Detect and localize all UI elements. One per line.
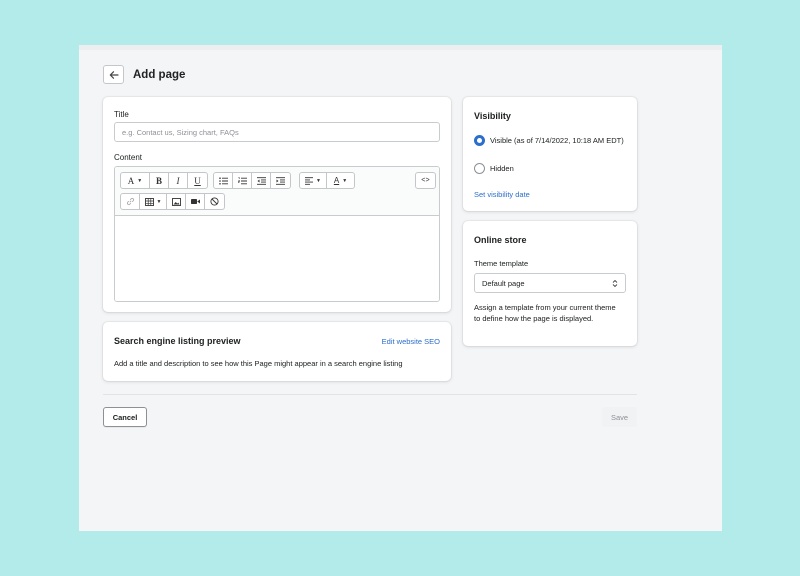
toolbar-group-insert: ▼	[120, 193, 225, 210]
cancel-button[interactable]: Cancel	[103, 407, 147, 427]
italic-icon: I	[176, 175, 180, 186]
seo-preview-card: Search engine listing preview Edit websi…	[103, 322, 451, 381]
align-left-icon	[305, 176, 314, 185]
table-icon	[144, 197, 154, 206]
radio-visible[interactable]	[474, 135, 485, 146]
chevron-down-icon: ▼	[156, 198, 162, 205]
content-label: Content	[114, 153, 143, 162]
seo-description: Add a title and description to see how t…	[114, 359, 403, 368]
bulleted-list-button[interactable]	[214, 173, 233, 188]
title-input[interactable]: e.g. Contact us, Sizing chart, FAQs	[114, 122, 440, 142]
underline-button[interactable]: U	[188, 173, 207, 188]
indent-icon	[276, 176, 285, 185]
align-button[interactable]: ▼	[300, 173, 327, 188]
online-store-card: Online store Theme template Default page…	[463, 221, 637, 346]
bold-button[interactable]: B	[150, 173, 169, 188]
font-format-button[interactable]: A ▼	[121, 173, 150, 188]
link-icon	[126, 197, 134, 206]
clear-formatting-icon	[210, 197, 219, 206]
chevron-down-icon: ▼	[342, 177, 348, 184]
indent-button[interactable]	[271, 173, 290, 188]
outdent-button[interactable]	[252, 173, 271, 188]
insert-video-button[interactable]	[186, 194, 205, 209]
numbered-list-button[interactable]	[233, 173, 252, 188]
code-icon: <>	[421, 176, 430, 185]
visibility-option-hidden[interactable]: Hidden	[474, 163, 514, 174]
page-header: Add page	[103, 65, 185, 84]
underline-icon: U	[194, 175, 201, 186]
text-color-icon: A	[333, 176, 340, 185]
page-content-card: Title e.g. Contact us, Sizing chart, FAQ…	[103, 97, 451, 312]
arrow-left-icon	[109, 70, 119, 79]
clear-formatting-button[interactable]	[205, 194, 224, 209]
toolbar-group-text-style: A ▼ B I U	[120, 172, 208, 189]
radio-hidden-label: Hidden	[490, 164, 514, 173]
toolbar-group-lists	[213, 172, 291, 189]
theme-template-select[interactable]: Default page	[474, 273, 626, 293]
editor-toolbar: A ▼ B I U ▼ A ▼ <> ▼	[115, 167, 439, 216]
template-help-text: Assign a template from your current them…	[474, 303, 616, 323]
select-arrows-icon	[612, 279, 618, 287]
numbered-list-icon	[237, 177, 247, 184]
toolbar-group-align: ▼ A ▼	[299, 172, 355, 189]
rich-text-editor: A ▼ B I U ▼ A ▼ <> ▼	[114, 166, 440, 302]
save-button[interactable]: Save	[602, 407, 637, 427]
show-html-button[interactable]: <>	[416, 173, 435, 188]
title-label: Title	[114, 110, 129, 119]
toolbar-group-html: <>	[415, 172, 436, 189]
radio-visible-label: Visible (as of 7/14/2022, 10:18 AM EDT)	[490, 136, 624, 145]
edit-seo-link[interactable]: Edit website SEO	[382, 337, 440, 346]
italic-button[interactable]: I	[169, 173, 188, 188]
video-icon	[190, 199, 200, 204]
bulleted-list-icon	[218, 176, 228, 185]
seo-heading: Search engine listing preview	[114, 336, 241, 346]
app-window: Add page Title e.g. Contact us, Sizing c…	[79, 45, 722, 531]
insert-link-button[interactable]	[121, 194, 140, 209]
visibility-option-visible[interactable]: Visible (as of 7/14/2022, 10:18 AM EDT)	[474, 135, 624, 146]
outdent-icon	[256, 176, 266, 185]
chevron-down-icon: ▼	[137, 177, 143, 184]
bold-icon: B	[155, 175, 162, 186]
online-store-heading: Online store	[474, 235, 527, 245]
visibility-heading: Visibility	[474, 111, 511, 121]
radio-hidden[interactable]	[474, 163, 485, 174]
image-icon	[171, 197, 181, 206]
chevron-down-icon: ▼	[316, 177, 321, 184]
insert-table-button[interactable]: ▼	[140, 194, 167, 209]
theme-template-value: Default page	[482, 278, 525, 288]
set-visibility-date-link[interactable]: Set visibility date	[474, 190, 530, 199]
font-format-icon: A	[127, 175, 135, 186]
text-color-button[interactable]: A ▼	[327, 173, 354, 188]
insert-image-button[interactable]	[167, 194, 186, 209]
back-button[interactable]	[103, 65, 124, 84]
page-title: Add page	[133, 68, 186, 81]
editor-content-area[interactable]	[115, 216, 439, 301]
visibility-card: Visibility Visible (as of 7/14/2022, 10:…	[463, 97, 637, 211]
theme-template-label: Theme template	[474, 259, 529, 268]
footer-divider	[103, 394, 637, 395]
